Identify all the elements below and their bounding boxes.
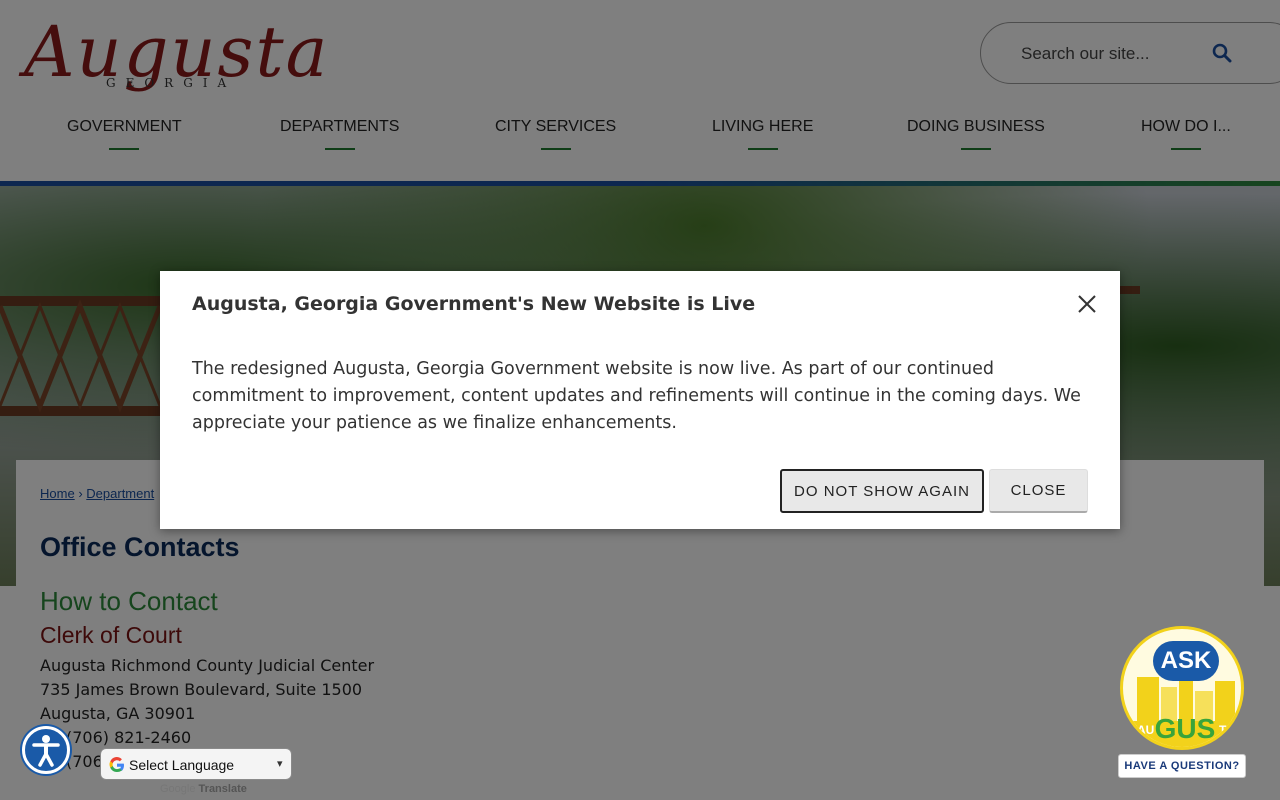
- modal-title: Augusta, Georgia Government's New Websit…: [192, 293, 756, 315]
- ask-gus-logo: ASK AU GUS TA: [1120, 626, 1244, 750]
- gus-ta-label: TA: [1219, 723, 1235, 737]
- accessibility-icon: [32, 735, 60, 767]
- announcement-modal: Augusta, Georgia Government's New Websit…: [160, 271, 1120, 529]
- accessibility-button[interactable]: [22, 726, 70, 774]
- close-icon: [1078, 295, 1096, 313]
- ask-bubble-label: ASK: [1153, 641, 1219, 681]
- do-not-show-again-button[interactable]: DO NOT SHOW AGAIN: [780, 469, 984, 513]
- close-button[interactable]: CLOSE: [989, 469, 1088, 513]
- language-select[interactable]: Select Language ▾: [100, 748, 292, 780]
- language-select-label: Select Language: [129, 757, 235, 773]
- modal-close-x-button[interactable]: [1076, 293, 1098, 315]
- google-wordmark: Google: [160, 783, 196, 795]
- modal-body-text: The redesigned Augusta, Georgia Governme…: [192, 359, 1081, 433]
- translate-wordmark: Translate: [198, 783, 247, 795]
- powered-by-google-translate[interactable]: Google Translate: [160, 783, 247, 795]
- ask-gus-chat-widget[interactable]: ASK AU GUS TA HAVE A QUESTION?: [1118, 626, 1246, 778]
- chevron-down-icon: ▾: [277, 758, 283, 770]
- have-a-question-label: HAVE A QUESTION?: [1118, 754, 1246, 778]
- google-g-icon: [109, 757, 124, 773]
